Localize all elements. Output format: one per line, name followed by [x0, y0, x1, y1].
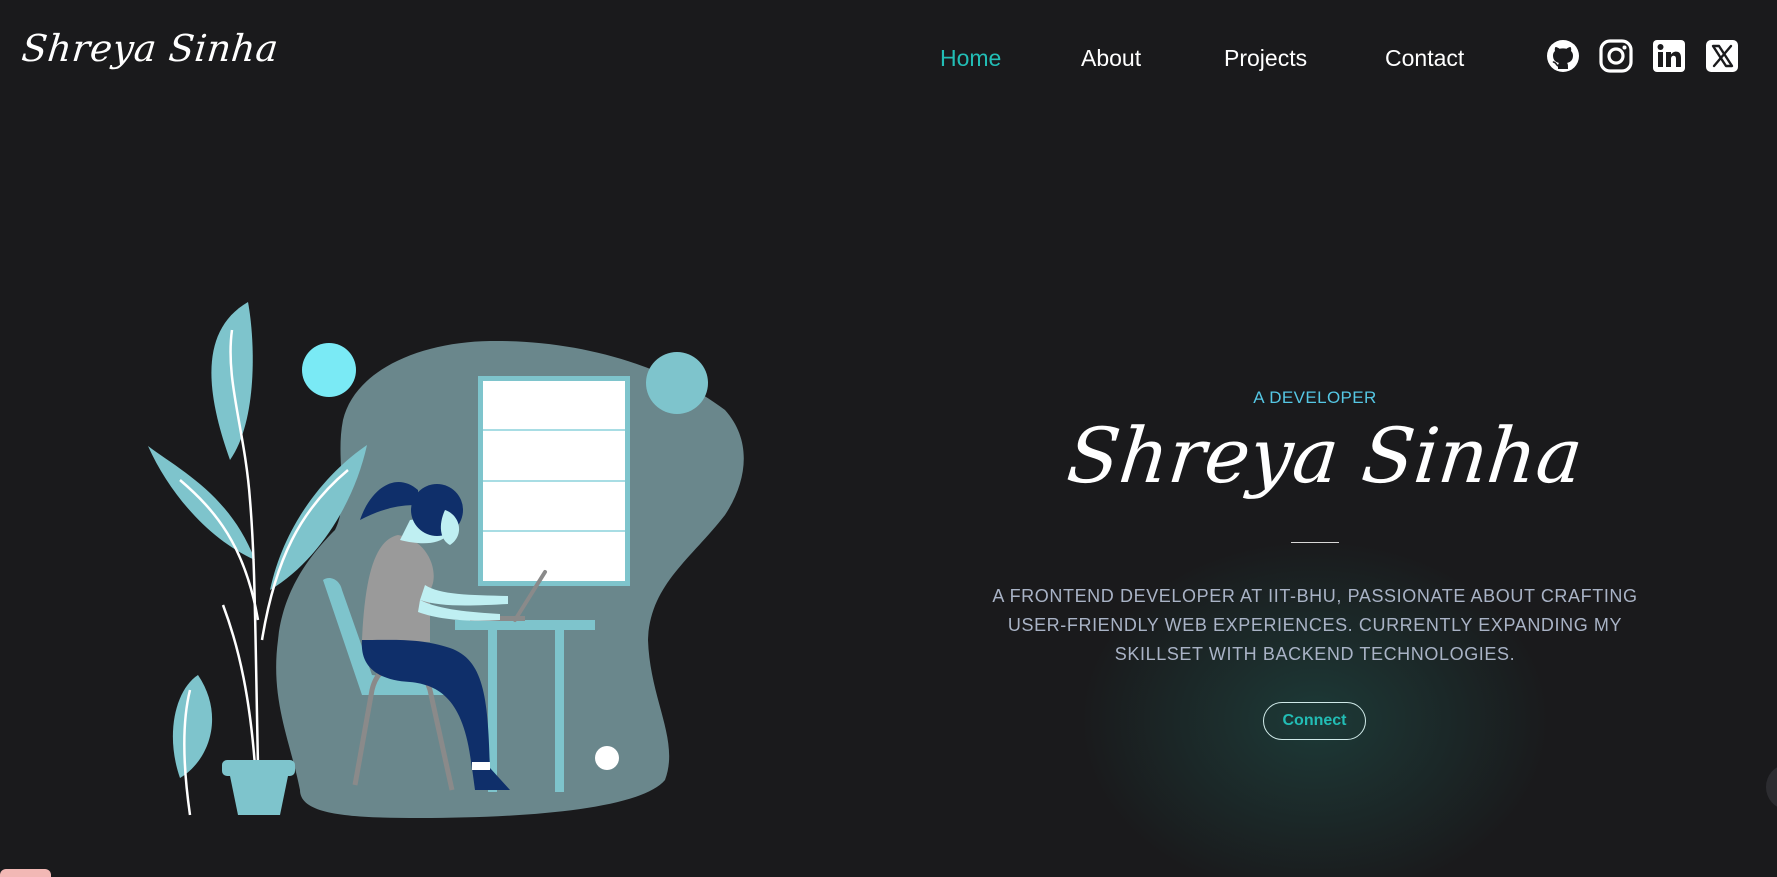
decor-circle [595, 746, 619, 770]
nav-home[interactable]: Home [940, 40, 1001, 76]
nav-contact[interactable]: Contact [1385, 40, 1464, 76]
page: Shreya Sinha Home About Projects Contact [0, 0, 1777, 877]
linkedin-icon[interactable] [1651, 38, 1687, 74]
connect-button[interactable]: Connect [1263, 702, 1366, 740]
desk [455, 620, 595, 630]
divider [1291, 542, 1339, 543]
plant-leaf [148, 446, 255, 560]
hero-name: Shreya Sinha [1063, 411, 1587, 500]
nav-projects[interactable]: Projects [1224, 40, 1307, 76]
nav-about[interactable]: About [1081, 40, 1141, 76]
scroll-to-top-button[interactable] [1766, 765, 1777, 809]
decor-circle [646, 352, 708, 414]
plant-pot [222, 760, 295, 776]
x-icon[interactable] [1704, 38, 1740, 74]
instagram-icon[interactable] [1598, 38, 1634, 74]
github-icon[interactable] [1545, 38, 1581, 74]
hero-bio: A FRONTEND DEVELOPER AT IIT-BHU, PASSION… [992, 586, 1638, 664]
corner-tab[interactable] [0, 869, 51, 877]
hero-eyebrow: A DEVELOPER [1253, 388, 1377, 407]
decor-circle [302, 343, 356, 397]
plant-leaf [172, 675, 213, 778]
developer-illustration [148, 302, 744, 818]
